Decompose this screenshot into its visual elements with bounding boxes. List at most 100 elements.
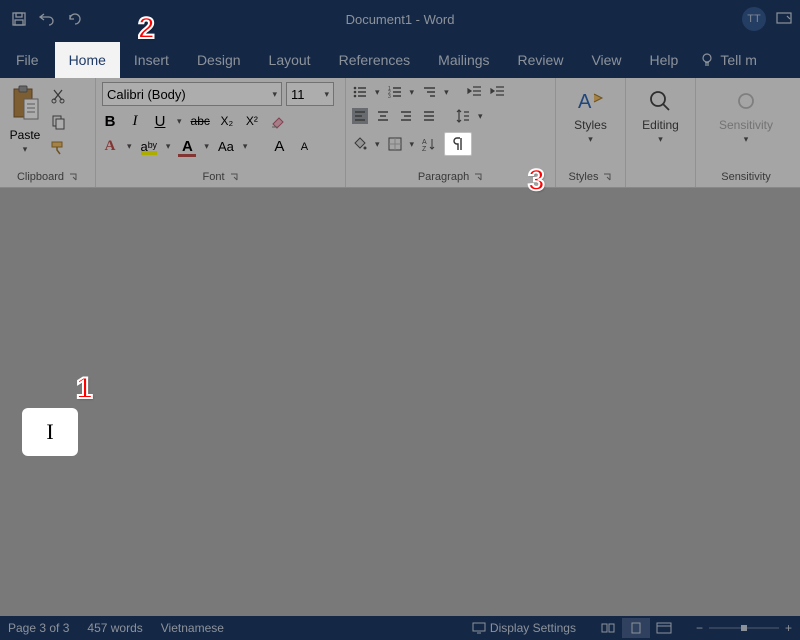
tab-insert[interactable]: Insert [120, 42, 183, 78]
group-editing: Editing ▾ [626, 78, 696, 187]
shading-icon[interactable] [352, 136, 368, 152]
multilevel-list-icon[interactable] [421, 84, 437, 100]
ribbon-display-icon[interactable] [776, 12, 792, 26]
sensitivity-icon [729, 86, 763, 116]
redo-icon[interactable] [64, 8, 86, 30]
zoom-out-icon[interactable]: − [696, 621, 703, 635]
shrink-font-button[interactable]: A [296, 141, 312, 153]
editing-label: Editing [642, 118, 679, 132]
paragraph-launcher-icon[interactable] [473, 172, 483, 182]
text-effects-button[interactable]: A [102, 138, 118, 155]
font-color-button[interactable]: A [179, 138, 195, 155]
chevron-down-icon: ▾ [127, 141, 132, 152]
font-name-value: Calibri (Body) [107, 87, 186, 102]
sensitivity-button: Sensitivity ▾ [709, 82, 783, 145]
superscript-button[interactable]: X² [244, 114, 260, 128]
editing-button[interactable]: Editing ▾ [632, 82, 689, 145]
paste-label: Paste [10, 128, 41, 142]
styles-launcher-icon[interactable] [602, 172, 612, 182]
chevron-down-icon: ▾ [23, 144, 28, 155]
text-cursor: I [22, 408, 78, 456]
font-launcher-icon[interactable] [229, 172, 239, 182]
read-mode-icon[interactable] [594, 618, 622, 638]
sensitivity-label: Sensitivity [719, 118, 773, 132]
tab-file[interactable]: File [0, 42, 55, 78]
group-font: Calibri (Body)▾ 11▾ B I U▾ abc X₂ X² A▾ … [96, 78, 346, 187]
font-group-label: Font [202, 171, 224, 183]
document-canvas[interactable]: I [0, 188, 800, 616]
view-buttons [594, 618, 678, 638]
web-layout-icon[interactable] [650, 618, 678, 638]
font-size-select[interactable]: 11▾ [286, 82, 334, 106]
format-painter-icon[interactable] [48, 138, 68, 158]
status-bar: Page 3 of 3 457 words Vietnamese Display… [0, 616, 800, 640]
chevron-down-icon: ▾ [177, 116, 182, 127]
cut-icon[interactable] [48, 86, 68, 106]
numbering-icon[interactable]: 123 [387, 84, 403, 100]
clear-formatting-icon[interactable] [269, 112, 287, 130]
styles-label: Styles [574, 118, 607, 132]
tell-me[interactable]: Tell m [692, 52, 765, 78]
group-sensitivity: Sensitivity ▾ Sensitivity [696, 78, 796, 187]
show-hide-paragraph-button[interactable] [444, 132, 472, 156]
tab-home[interactable]: Home [55, 42, 120, 78]
zoom-in-icon[interactable]: + [785, 621, 792, 635]
borders-icon[interactable] [387, 136, 403, 152]
sort-icon[interactable]: AZ [421, 136, 437, 152]
display-settings-button[interactable]: Display Settings [472, 621, 576, 635]
tell-me-label: Tell m [720, 52, 757, 68]
print-layout-icon[interactable] [622, 618, 650, 638]
undo-icon[interactable] [36, 8, 58, 30]
group-paragraph: ▾ 123▾ ▾ ▾ ▾ ▾ A [346, 78, 556, 187]
chevron-down-icon: ▾ [588, 134, 593, 145]
subscript-button[interactable]: X₂ [219, 114, 235, 128]
status-word-count[interactable]: 457 words [87, 621, 142, 635]
align-right-icon[interactable] [398, 108, 414, 124]
ribbon-tabs: File Home Insert Design Layout Reference… [0, 38, 800, 78]
chevron-down-icon: ▾ [272, 89, 277, 100]
clipboard-launcher-icon[interactable] [68, 172, 78, 182]
italic-button[interactable]: I [127, 113, 143, 130]
zoom-control[interactable]: − + [696, 621, 792, 635]
save-icon[interactable] [8, 8, 30, 30]
status-language[interactable]: Vietnamese [161, 621, 224, 635]
strikethrough-button[interactable]: abc [191, 114, 210, 128]
tab-mailings[interactable]: Mailings [424, 42, 503, 78]
sensitivity-group-label: Sensitivity [721, 171, 771, 183]
editing-group-label [659, 171, 662, 183]
tab-view[interactable]: View [577, 42, 635, 78]
change-case-button[interactable]: Aa [218, 139, 234, 154]
zoom-slider[interactable] [709, 625, 779, 631]
underline-button[interactable]: U [152, 113, 168, 130]
user-avatar[interactable]: TT [742, 7, 766, 31]
font-name-select[interactable]: Calibri (Body) ▾ [102, 82, 282, 106]
bold-button[interactable]: B [102, 113, 118, 130]
chevron-down-icon: ▾ [243, 141, 248, 152]
grow-font-button[interactable]: A [271, 138, 287, 155]
tab-design[interactable]: Design [183, 42, 255, 78]
styles-button[interactable]: A Styles ▾ [564, 82, 618, 145]
tab-help[interactable]: Help [636, 42, 693, 78]
copy-icon[interactable] [48, 112, 68, 132]
bullets-icon[interactable] [352, 84, 368, 100]
justify-icon[interactable] [421, 108, 437, 124]
align-center-icon[interactable] [375, 108, 391, 124]
paste-button[interactable]: Paste ▾ [6, 82, 44, 155]
clipboard-icon [6, 82, 44, 126]
search-icon [643, 86, 677, 116]
tab-references[interactable]: References [325, 42, 425, 78]
align-left-icon[interactable] [352, 108, 368, 124]
line-spacing-icon[interactable] [455, 108, 471, 124]
status-page[interactable]: Page 3 of 3 [8, 621, 69, 635]
lightbulb-icon [700, 52, 714, 68]
decrease-indent-icon[interactable] [467, 84, 483, 100]
paragraph-group-label: Paragraph [418, 171, 469, 183]
increase-indent-icon[interactable] [490, 84, 506, 100]
group-styles: A Styles ▾ Styles [556, 78, 626, 187]
highlight-button[interactable]: aᵇʸ [141, 139, 157, 154]
font-size-value: 11 [291, 87, 305, 102]
tab-review[interactable]: Review [504, 42, 578, 78]
clipboard-group-label: Clipboard [17, 171, 64, 183]
svg-text:A: A [578, 91, 592, 113]
tab-layout[interactable]: Layout [255, 42, 325, 78]
